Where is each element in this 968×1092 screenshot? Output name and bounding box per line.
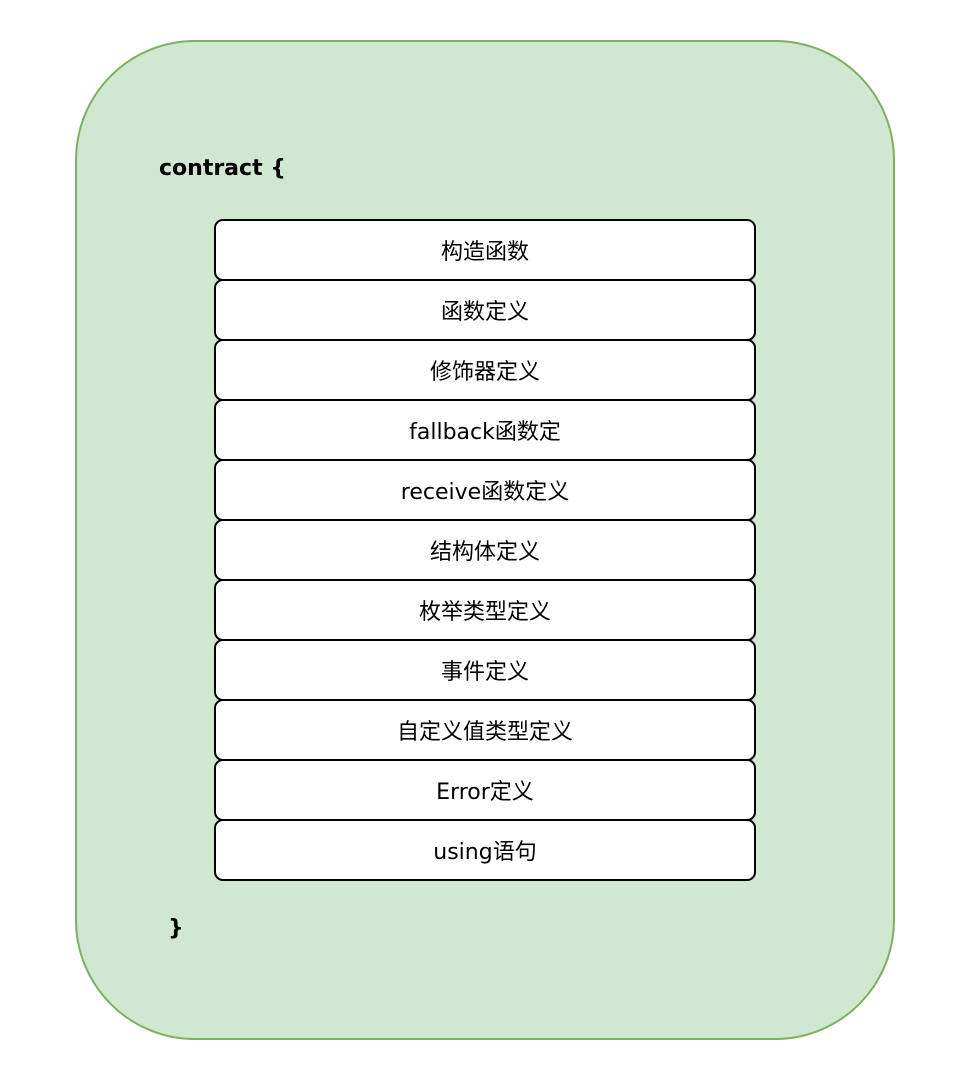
member-box-enum-definition: 枚举类型定义: [214, 579, 756, 641]
member-box-modifier-definition: 修饰器定义: [214, 339, 756, 401]
contract-open-label: contract {: [159, 156, 286, 181]
member-box-receive-function: receive函数定义: [214, 459, 756, 521]
member-box-struct-definition: 结构体定义: [214, 519, 756, 581]
member-box-function-definition: 函数定义: [214, 279, 756, 341]
member-box-user-value-type: 自定义值类型定义: [214, 699, 756, 761]
member-box-error-definition: Error定义: [214, 759, 756, 821]
member-box-constructor: 构造函数: [214, 219, 756, 281]
contract-member-list: 构造函数 函数定义 修饰器定义 fallback函数定 receive函数定义 …: [214, 219, 756, 881]
member-box-fallback-function: fallback函数定: [214, 399, 756, 461]
member-box-event-definition: 事件定义: [214, 639, 756, 701]
contract-close-label: }: [168, 916, 184, 941]
member-box-using-statement: using语句: [214, 819, 756, 881]
